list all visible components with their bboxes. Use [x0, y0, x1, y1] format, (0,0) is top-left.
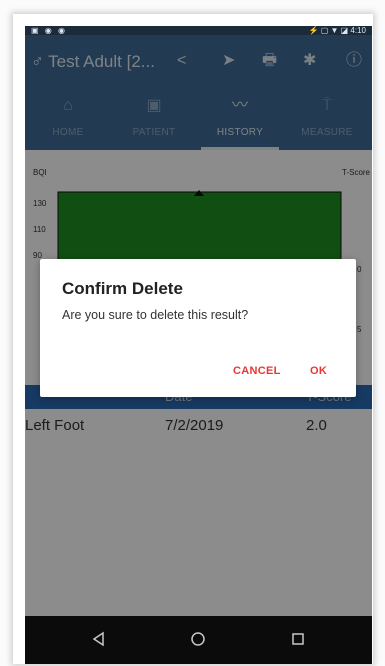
status-bar: ▣ ◉ ◉ ⚡ ▢ ▼ ◪ 4:10	[25, 26, 372, 35]
phone-screen: ▣ ◉ ◉ ⚡ ▢ ▼ ◪ 4:10 ♂ Test Adult [2... < …	[25, 26, 372, 664]
status-icons-left: ▣ ◉ ◉	[31, 26, 67, 35]
ok-button[interactable]: OK	[310, 365, 327, 377]
back-icon[interactable]	[91, 631, 105, 647]
dialog-title: Confirm Delete	[62, 279, 183, 298]
status-icons-right: ⚡ ▢ ▼ ◪ 4:10	[308, 26, 366, 35]
cancel-button[interactable]: CANCEL	[233, 365, 281, 377]
confirm-delete-dialog: Confirm Delete Are you sure to delete th…	[40, 259, 356, 397]
dialog-message: Are you sure to delete this result?	[62, 308, 249, 322]
navigation-bar	[25, 616, 372, 664]
home-nav-icon[interactable]	[190, 631, 206, 647]
recents-icon[interactable]	[291, 631, 305, 647]
status-time: 4:10	[350, 26, 366, 35]
